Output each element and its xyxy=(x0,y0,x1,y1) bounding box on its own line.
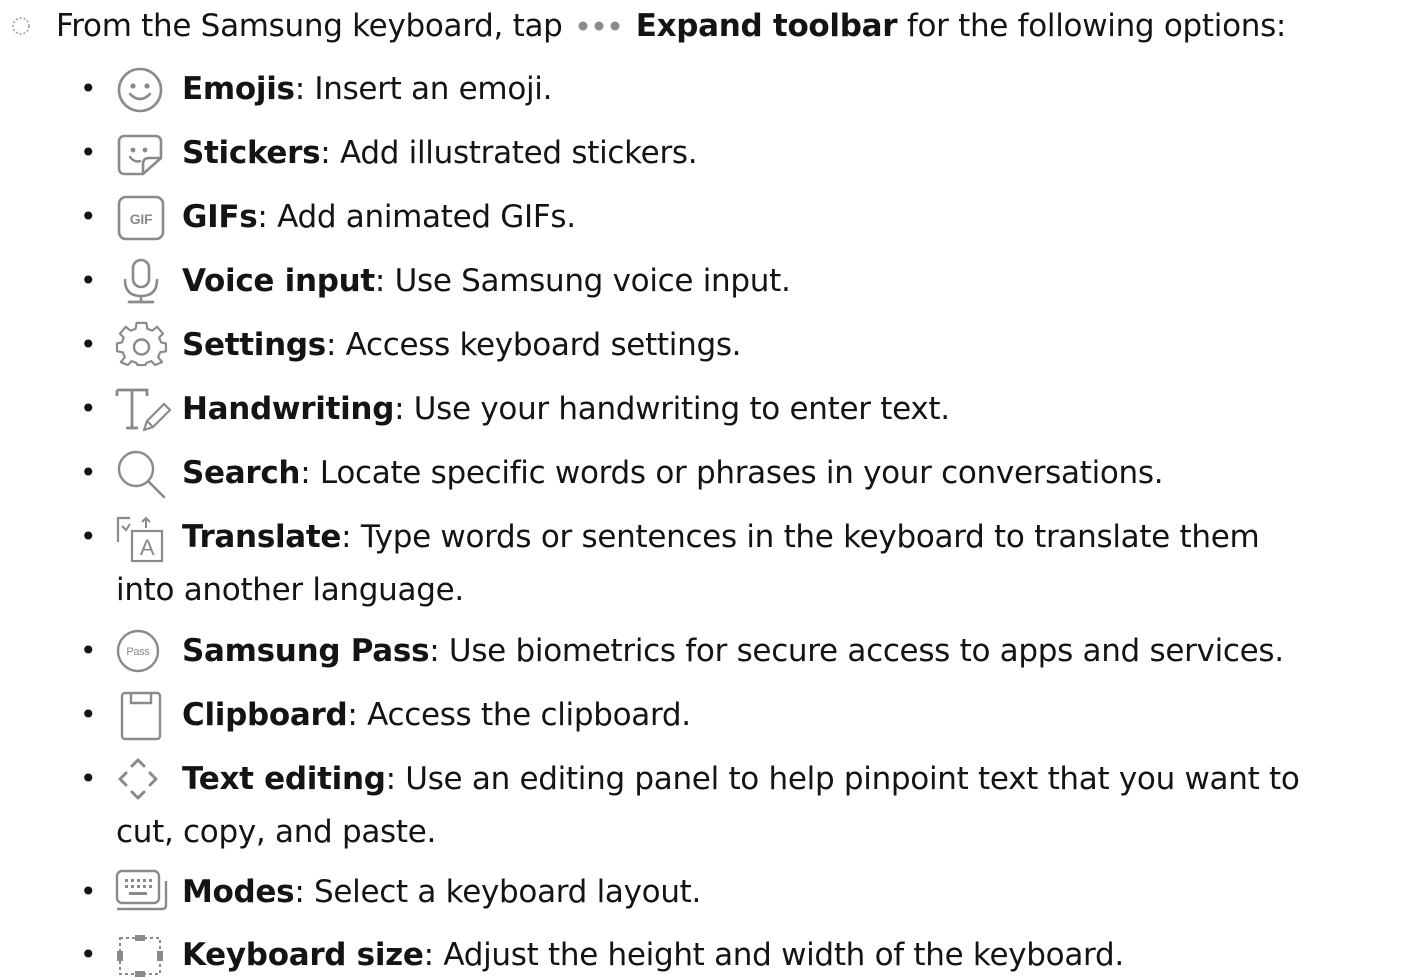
item-description-continued: cut, copy, and paste. xyxy=(116,814,437,850)
clipboard-icon xyxy=(114,690,170,741)
item-description: : Use biometrics for secure access to ap… xyxy=(429,633,1284,669)
bullet: • xyxy=(80,762,97,795)
bullet: • xyxy=(80,520,97,553)
item-description: : Insert an emoji. xyxy=(294,71,553,107)
item-label: Stickers xyxy=(182,135,321,171)
item-label: Samsung Pass xyxy=(182,633,430,669)
samsung-pass-icon: Pass xyxy=(114,626,170,676)
bullet: • xyxy=(80,875,97,908)
item-description: : Use your handwriting to enter text. xyxy=(394,391,950,427)
item-description: : Use an editing panel to help pinpoint … xyxy=(385,761,1300,797)
item-label: Settings xyxy=(182,327,326,363)
item-label: Translate xyxy=(182,519,342,555)
gif-icon: GIF xyxy=(114,192,170,242)
item-label: Handwriting xyxy=(182,391,395,427)
item-label: Voice input xyxy=(182,263,375,299)
intro-text: From the Samsung keyboard, tap Expand to… xyxy=(56,4,1286,48)
search-icon xyxy=(114,448,170,499)
item-description: : Locate specific words or phrases in yo… xyxy=(300,455,1164,491)
item-label: Clipboard xyxy=(182,697,348,733)
item-label: Modes xyxy=(182,874,295,910)
bullet: • xyxy=(80,136,97,169)
samsung-pass-icon-text: Pass xyxy=(126,646,150,658)
keyboard-size-icon xyxy=(114,930,170,980)
intro-prefix: From the Samsung keyboard, tap xyxy=(56,8,563,44)
item-description-continued: into another language. xyxy=(116,572,464,608)
translate-icon: A xyxy=(114,512,170,563)
more-options-icon xyxy=(578,21,620,30)
item-label: Search xyxy=(182,455,301,491)
translate-icon-letter: A xyxy=(140,535,155,560)
item-label: Emojis xyxy=(182,71,295,107)
emoji-icon xyxy=(114,64,170,114)
item-description: : Access keyboard settings. xyxy=(325,327,742,363)
text-editing-icon xyxy=(114,754,170,804)
bullet: • xyxy=(80,698,97,731)
bullet: • xyxy=(80,938,97,971)
item-description: : Access the clipboard. xyxy=(347,697,691,733)
step-circle-icon xyxy=(12,17,30,35)
item-description: : Select a keyboard layout. xyxy=(294,874,702,910)
microphone-icon xyxy=(114,256,170,306)
item-description: : Use Samsung voice input. xyxy=(374,263,791,299)
sticker-icon xyxy=(114,128,170,178)
item-label: Keyboard size xyxy=(182,937,424,973)
gear-icon xyxy=(114,320,170,370)
bullet: • xyxy=(80,264,97,297)
bullet: • xyxy=(80,200,97,233)
item-description: : Type words or sentences in the keyboar… xyxy=(341,519,1260,555)
intro-suffix: for the following options: xyxy=(906,8,1287,44)
item-description: : Add illustrated stickers. xyxy=(320,135,698,171)
item-description: : Add animated GIFs. xyxy=(257,199,576,235)
keyboard-modes-icon xyxy=(114,867,170,917)
bullet: • xyxy=(80,392,97,425)
handwriting-icon xyxy=(114,384,172,434)
bullet: • xyxy=(80,456,97,489)
item-description: : Adjust the height and width of the key… xyxy=(423,937,1125,973)
item-label: GIFs xyxy=(182,199,258,235)
bullet: • xyxy=(80,328,97,361)
gif-icon-text: GIF xyxy=(130,211,153,227)
bullet: • xyxy=(80,634,97,667)
item-label: Text editing xyxy=(182,761,386,797)
bullet: • xyxy=(80,72,97,105)
expand-toolbar-label: Expand toolbar xyxy=(635,8,898,44)
